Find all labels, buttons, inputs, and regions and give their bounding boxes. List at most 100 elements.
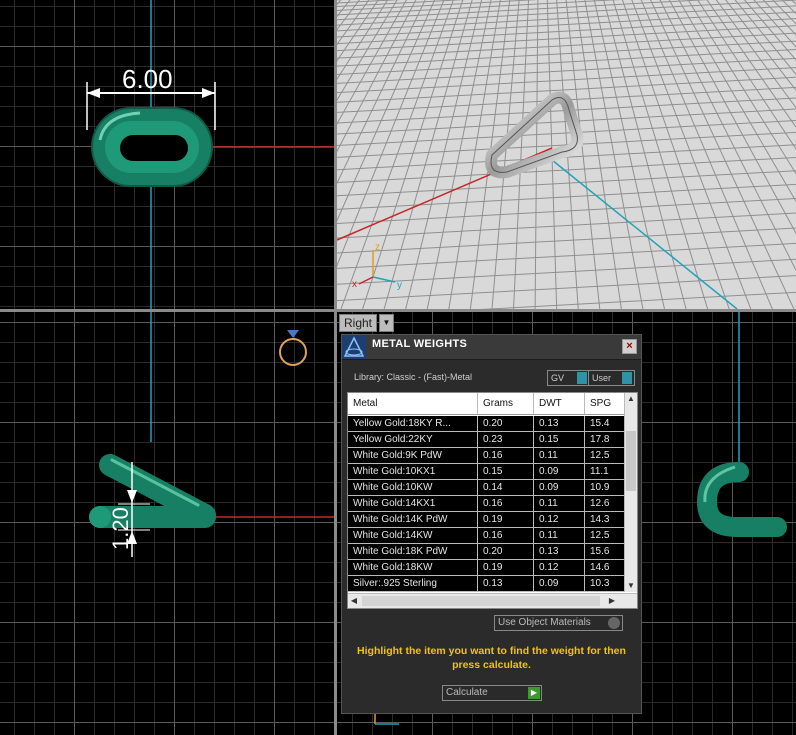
viewport-divider-horizontal[interactable] — [0, 309, 796, 312]
cell-metal: White Gold:9K PdW — [348, 448, 478, 464]
cell-dwt: 0.13 — [534, 544, 585, 560]
cell-dwt: 0.09 — [534, 480, 585, 496]
instruction-hint: Highlight the item you want to find the … — [357, 645, 626, 671]
calculate-button[interactable]: Calculate ▶ — [442, 685, 542, 701]
gizmo-y-label: y — [397, 280, 402, 291]
cell-spg: 17.8 — [585, 432, 625, 448]
metal-weights-table: Metal Grams DWT SPG Yellow Gold:18KY R..… — [347, 392, 638, 609]
cell-metal: White Gold:10KX1 — [348, 464, 478, 480]
cell-metal: Silver:.925 Sterling — [348, 576, 478, 592]
cell-metal: White Gold:18K PdW — [348, 544, 478, 560]
front-viewport[interactable]: 1.20 — [0, 312, 334, 735]
cell-grams: 0.14 — [478, 480, 534, 496]
close-icon[interactable]: × — [622, 339, 637, 354]
toggle-icon — [577, 372, 587, 384]
vertical-scrollbar[interactable]: ▲ ▼ — [624, 393, 637, 592]
cell-dwt: 0.09 — [534, 464, 585, 480]
viewport-divider-vertical[interactable] — [334, 0, 337, 735]
table-row[interactable]: White Gold:10KW 0.14 0.09 10.9 — [348, 480, 625, 496]
table-row[interactable]: White Gold:18KW 0.19 0.12 14.6 — [348, 560, 625, 576]
chain-link-side-model[interactable] — [89, 454, 216, 528]
metal-weights-panel: METAL WEIGHTS × Library: Classic - (Fast… — [341, 334, 642, 714]
front-viewport-scene: 1.20 — [89, 312, 334, 557]
user-toggle-button[interactable]: User — [588, 370, 635, 386]
cell-spg: 12.5 — [585, 528, 625, 544]
cell-dwt: 0.11 — [534, 448, 585, 464]
scroll-left-icon[interactable]: ◀ — [348, 594, 360, 608]
table-row[interactable]: Yellow Gold:18KY R... 0.20 0.13 15.4 — [348, 416, 625, 432]
perspective-viewport[interactable]: z x y — [337, 0, 796, 309]
scroll-up-icon[interactable]: ▲ — [625, 393, 637, 405]
cell-metal: White Gold:14KX1 — [348, 496, 478, 512]
cell-grams: 0.13 — [478, 576, 534, 592]
gizmo-x-label: x — [352, 279, 357, 290]
cell-dwt: 0.12 — [534, 512, 585, 528]
gv-toggle-button[interactable]: GV — [547, 370, 590, 386]
column-header-metal[interactable]: Metal — [348, 393, 478, 415]
table-row[interactable]: White Gold:14KX1 0.16 0.11 12.6 — [348, 496, 625, 512]
toggle-icon — [622, 372, 632, 384]
table-row[interactable]: White Gold:10KX1 0.15 0.09 11.1 — [348, 464, 625, 480]
column-header-grams[interactable]: Grams — [478, 393, 534, 415]
cell-grams: 0.19 — [478, 512, 534, 528]
table-row[interactable]: White Gold:14KW 0.16 0.11 12.5 — [348, 528, 625, 544]
cell-grams: 0.23 — [478, 432, 534, 448]
top-viewport-scene: 6.00 — [86, 0, 334, 309]
cell-spg: 14.6 — [585, 560, 625, 576]
cell-dwt: 0.11 — [534, 496, 585, 512]
cell-metal: White Gold:14KW — [348, 528, 478, 544]
scrollbar-thumb[interactable] — [626, 431, 636, 491]
cell-grams: 0.19 — [478, 560, 534, 576]
cell-dwt: 0.15 — [534, 432, 585, 448]
use-object-materials-label: Use Object Materials — [498, 617, 591, 628]
cell-grams: 0.15 — [478, 464, 534, 480]
cell-spg: 12.6 — [585, 496, 625, 512]
cell-dwt: 0.13 — [534, 416, 585, 432]
scroll-right-icon[interactable]: ▶ — [606, 594, 618, 608]
scroll-down-icon[interactable]: ▼ — [625, 580, 637, 592]
table-row[interactable]: Yellow Gold:22KY 0.23 0.15 17.8 — [348, 432, 625, 448]
cell-grams: 0.20 — [478, 416, 534, 432]
panel-title-bar[interactable]: METAL WEIGHTS × — [342, 335, 641, 360]
cell-dwt: 0.12 — [534, 560, 585, 576]
user-label: User — [592, 373, 612, 383]
table-row[interactable]: Silver:.925 Sterling 0.13 0.09 10.3 — [348, 576, 625, 592]
table-row[interactable]: White Gold:18K PdW 0.20 0.13 15.6 — [348, 544, 625, 560]
chain-link-model[interactable] — [91, 107, 213, 187]
horizontal-scrollbar[interactable]: ◀ ▶ — [348, 593, 637, 608]
chain-link-end-model[interactable] — [696, 462, 787, 537]
y-axis-line — [551, 159, 738, 309]
viewport-label-right[interactable]: Right — [339, 314, 378, 332]
column-header-spg[interactable]: SPG — [585, 393, 625, 415]
cell-metal: White Gold:10KW — [348, 480, 478, 496]
play-arrow-icon: ▶ — [528, 687, 540, 699]
gizmo-z-label: z — [375, 242, 380, 253]
width-dimension-label: 6.00 — [122, 64, 173, 94]
panel-title: METAL WEIGHTS — [372, 338, 468, 350]
library-label: Library: Classic - (Fast)-Metal — [354, 372, 473, 382]
cell-dwt: 0.11 — [534, 528, 585, 544]
cell-spg: 10.9 — [585, 480, 625, 496]
cell-grams: 0.16 — [478, 496, 534, 512]
height-dimension-label: 1.20 — [108, 507, 133, 550]
calculate-label: Calculate — [446, 687, 488, 698]
cell-spg: 10.3 — [585, 576, 625, 592]
cell-metal: Yellow Gold:18KY R... — [348, 416, 478, 432]
cell-spg: 15.6 — [585, 544, 625, 560]
ring-library-icon[interactable] — [279, 330, 307, 366]
cell-grams: 0.16 — [478, 448, 534, 464]
table-row[interactable]: White Gold:9K PdW 0.16 0.11 12.5 — [348, 448, 625, 464]
cell-grams: 0.16 — [478, 528, 534, 544]
cell-spg: 12.5 — [585, 448, 625, 464]
cell-dwt: 0.09 — [534, 576, 585, 592]
top-viewport[interactable]: 6.00 — [0, 0, 334, 309]
table-row[interactable]: White Gold:14K PdW 0.19 0.12 14.3 — [348, 512, 625, 528]
gv-label: GV — [551, 373, 565, 383]
cell-spg: 14.3 — [585, 512, 625, 528]
cell-metal: White Gold:18KW — [348, 560, 478, 576]
scrollbar-thumb[interactable] — [362, 596, 600, 606]
matrix-logo-icon — [342, 335, 366, 359]
viewport-menu-chevron-icon[interactable]: ▼ — [379, 314, 394, 332]
column-header-dwt[interactable]: DWT — [534, 393, 585, 415]
use-object-materials-button[interactable]: Use Object Materials — [494, 615, 623, 631]
